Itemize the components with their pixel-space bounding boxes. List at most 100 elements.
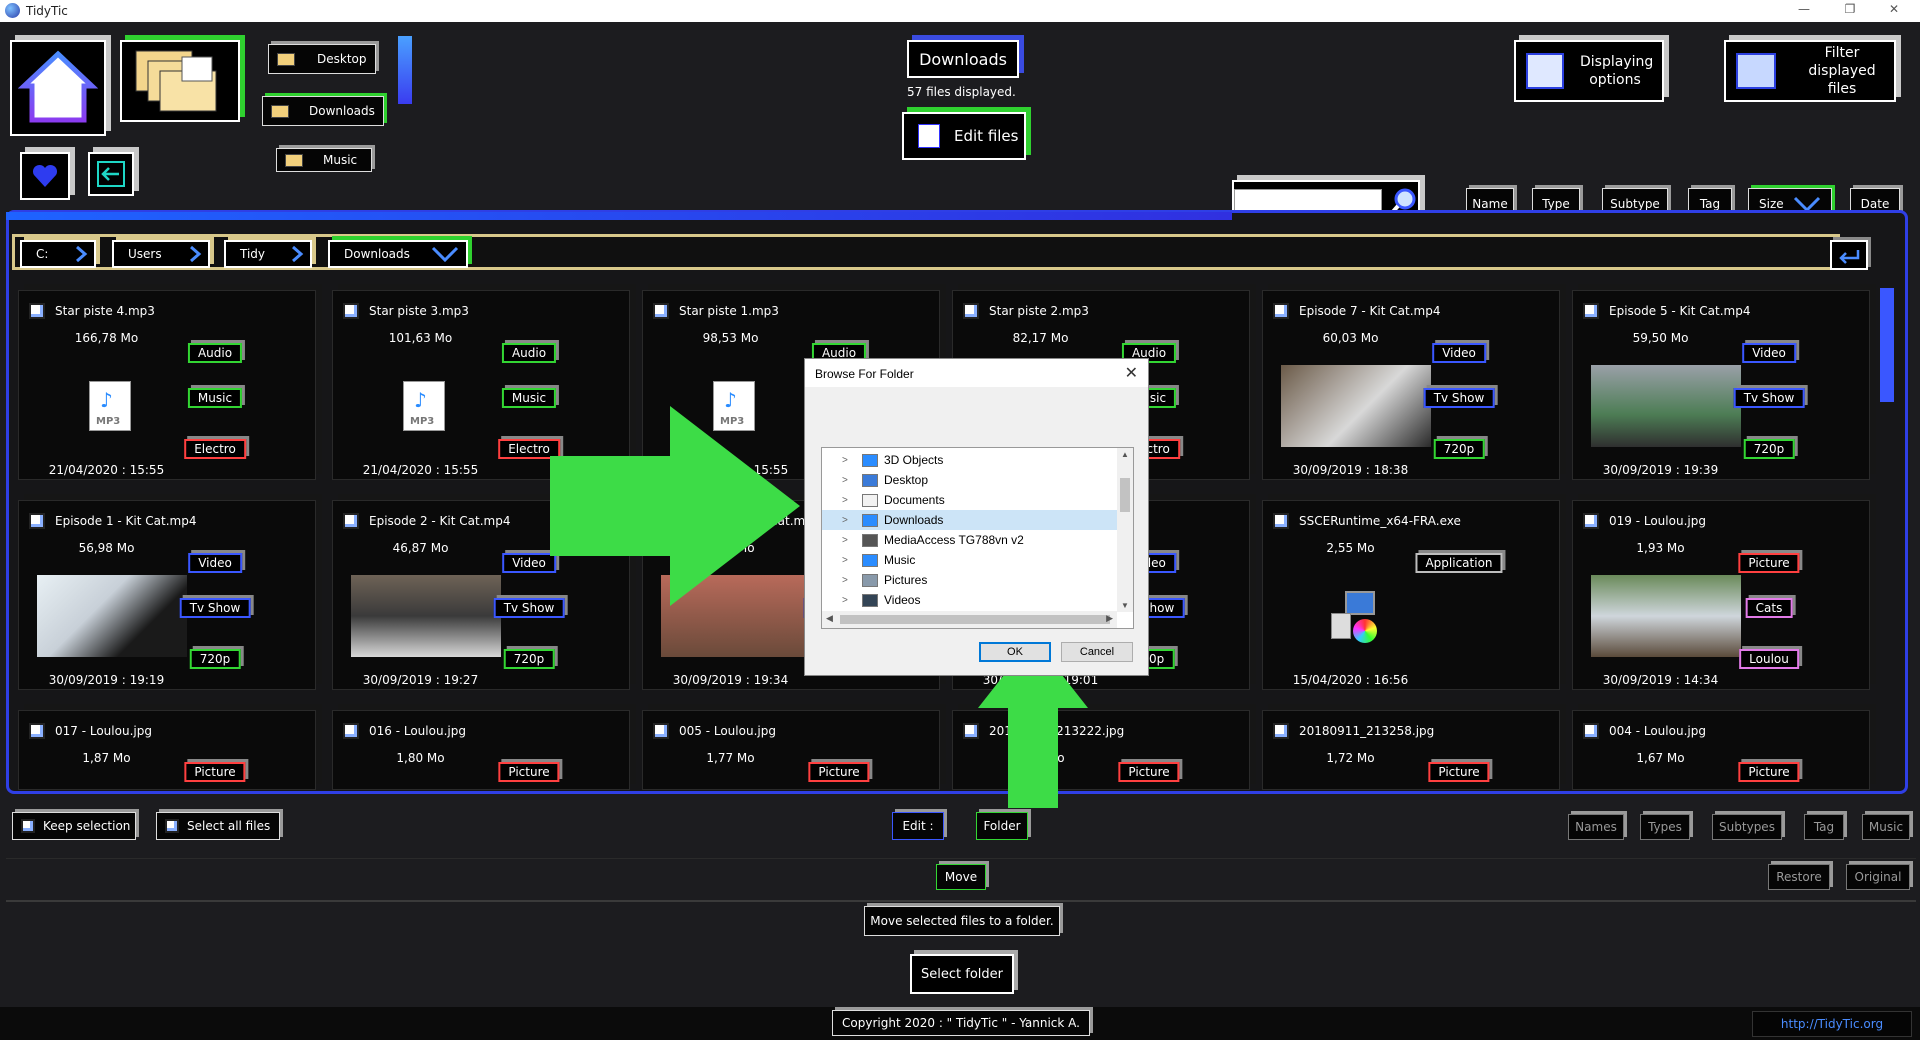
file-tag[interactable]: Video	[1742, 343, 1796, 363]
folder-tree-item[interactable]: > Desktop	[822, 470, 1117, 490]
select-checkbox[interactable]	[29, 723, 45, 739]
tree-vertical-scrollbar[interactable]: ▲ ▼	[1117, 448, 1133, 612]
website-link[interactable]: http://TidyTic.org	[1752, 1011, 1912, 1037]
quick-folder-downloads[interactable]: Downloads	[262, 96, 384, 126]
file-tag[interactable]: Music	[187, 388, 243, 408]
select-checkbox[interactable]	[29, 513, 45, 529]
file-tag[interactable]: Picture	[1428, 762, 1490, 782]
select-all-toggle[interactable]: Select all files	[156, 812, 280, 840]
select-checkbox[interactable]	[1273, 723, 1289, 739]
select-checkbox[interactable]	[653, 723, 669, 739]
file-card[interactable]: 004 - Loulou.jpg 1,67 Mo Picture	[1572, 710, 1870, 790]
breadcrumb-item[interactable]: Tidy	[224, 240, 312, 268]
file-card[interactable]: 005 - Loulou.jpg 1,77 Mo Picture	[642, 710, 940, 790]
edit-folder-button[interactable]: Folder	[976, 812, 1028, 840]
file-card[interactable]: Episode 5 - Kit Cat.mp4 59,50 Mo 30/09/201…	[1572, 290, 1870, 480]
file-tag[interactable]: Music	[501, 388, 557, 408]
expand-chevron-icon[interactable]: >	[842, 495, 854, 506]
original-button[interactable]: Original	[1846, 864, 1910, 890]
folder-tree-item[interactable]: > Pictures	[822, 570, 1117, 590]
minimize-button[interactable]: —	[1786, 2, 1822, 20]
favorites-button[interactable]	[20, 152, 70, 200]
files-scrollbar-thumb[interactable]	[1880, 288, 1894, 402]
file-tag[interactable]: Audio	[187, 343, 243, 363]
edit-music-button[interactable]: Music	[1862, 814, 1910, 840]
file-card[interactable]: 016 - Loulou.jpg 1,80 Mo Picture	[332, 710, 630, 790]
file-card[interactable]: 20180911_213258.jpg 1,72 Mo Picture	[1262, 710, 1560, 790]
select-folder-button[interactable]: Select folder	[910, 954, 1014, 994]
select-checkbox[interactable]	[343, 303, 359, 319]
breadcrumb-item[interactable]: C:	[20, 240, 96, 268]
edit-files-button[interactable]: Edit files	[902, 112, 1026, 160]
file-tag[interactable]: Tv Show	[1423, 388, 1495, 408]
file-tag[interactable]: Picture	[498, 762, 560, 782]
expand-chevron-icon[interactable]: >	[842, 475, 854, 486]
select-checkbox[interactable]	[963, 303, 979, 319]
file-card[interactable]: 019 - Loulou.jpg 1,93 Mo 30/09/2019 : 14:3…	[1572, 500, 1870, 690]
file-tag[interactable]: Electro	[184, 439, 246, 459]
cancel-button[interactable]: Cancel	[1061, 642, 1133, 662]
file-tag[interactable]: Tv Show	[1733, 388, 1805, 408]
select-checkbox[interactable]	[1273, 513, 1289, 529]
file-tag[interactable]: Loulou	[1739, 649, 1799, 669]
file-tag[interactable]: Tv Show	[179, 598, 251, 618]
move-button[interactable]: Move	[936, 864, 986, 890]
folder-tree-item[interactable]: > Downloads	[822, 510, 1117, 530]
quick-folder-scrollbar[interactable]	[398, 36, 412, 104]
expand-chevron-icon[interactable]: >	[842, 535, 854, 546]
file-tag[interactable]: Picture	[808, 762, 870, 782]
file-tag[interactable]: Picture	[1738, 762, 1800, 782]
file-card[interactable]: SSCERuntime_x64-FRA.exe 2,55 Mo 15/04/2020…	[1262, 500, 1560, 690]
folder-tree-item[interactable]: > Music	[822, 550, 1117, 570]
file-tag[interactable]: Video	[1432, 343, 1486, 363]
edit-types-button[interactable]: Types	[1640, 814, 1690, 840]
edit-subtypes-button[interactable]: Subtypes	[1712, 814, 1782, 840]
expand-chevron-icon[interactable]: >	[842, 455, 854, 466]
filter-files-button[interactable]: Filter displayed files	[1724, 40, 1896, 102]
breadcrumb-item[interactable]: Users	[112, 240, 210, 268]
select-checkbox[interactable]	[963, 723, 979, 739]
select-checkbox[interactable]	[1583, 513, 1599, 529]
home-button[interactable]	[10, 40, 106, 136]
select-checkbox[interactable]	[343, 513, 359, 529]
edit-names-button[interactable]: Names	[1568, 814, 1624, 840]
back-button[interactable]	[88, 152, 134, 196]
dialog-close-icon[interactable]: ✕	[1125, 363, 1138, 383]
folder-tree-item[interactable]: > Documents	[822, 490, 1117, 510]
expand-chevron-icon[interactable]: >	[842, 575, 854, 586]
file-tag[interactable]: Audio	[501, 343, 557, 363]
select-checkbox[interactable]	[653, 303, 669, 319]
file-tag[interactable]: Video	[502, 553, 556, 573]
file-tag[interactable]: 720p	[1743, 439, 1795, 459]
restore-button[interactable]: ❐	[1832, 2, 1868, 20]
quick-folder-desktop[interactable]: Desktop	[268, 44, 376, 74]
file-card[interactable]: Star piste 4.mp3 166,78 Mo 21/04/2020 : 15…	[18, 290, 316, 480]
select-checkbox[interactable]	[1273, 303, 1289, 319]
select-checkbox[interactable]	[29, 303, 45, 319]
expand-chevron-icon[interactable]: >	[842, 595, 854, 606]
go-up-button[interactable]	[1830, 240, 1868, 270]
file-tag[interactable]: Application	[1415, 553, 1503, 573]
close-button[interactable]: ✕	[1876, 2, 1912, 20]
file-card[interactable]: 017 - Loulou.jpg 1,87 Mo Picture	[18, 710, 316, 790]
explorer-button[interactable]	[120, 40, 240, 122]
file-tag[interactable]: Picture	[184, 762, 246, 782]
file-tag[interactable]: Video	[188, 553, 242, 573]
keep-selection-toggle[interactable]: Keep selection	[12, 812, 136, 840]
restore-button[interactable]: Restore	[1768, 864, 1830, 890]
ok-button[interactable]: OK	[979, 642, 1051, 662]
select-checkbox[interactable]	[1583, 723, 1599, 739]
quick-folder-music[interactable]: Music	[276, 148, 372, 172]
file-tag[interactable]: 720p	[503, 649, 555, 669]
file-tag[interactable]: 720p	[1433, 439, 1485, 459]
file-tag[interactable]: Picture	[1118, 762, 1180, 782]
edit-tag-button[interactable]: Tag	[1804, 814, 1844, 840]
expand-chevron-icon[interactable]: >	[842, 555, 854, 566]
select-checkbox[interactable]	[343, 723, 359, 739]
folder-tree-item[interactable]: > Videos	[822, 590, 1117, 610]
file-tag[interactable]: Cats	[1745, 598, 1793, 618]
folder-tree-item[interactable]: >3D Objects	[822, 450, 1117, 470]
expand-chevron-icon[interactable]: >	[842, 515, 854, 526]
file-card[interactable]: Episode 1 - Kit Cat.mp4 56,98 Mo 30/09/201…	[18, 500, 316, 690]
folder-tree-item[interactable]: > MediaAccess TG788vn v2	[822, 530, 1117, 550]
